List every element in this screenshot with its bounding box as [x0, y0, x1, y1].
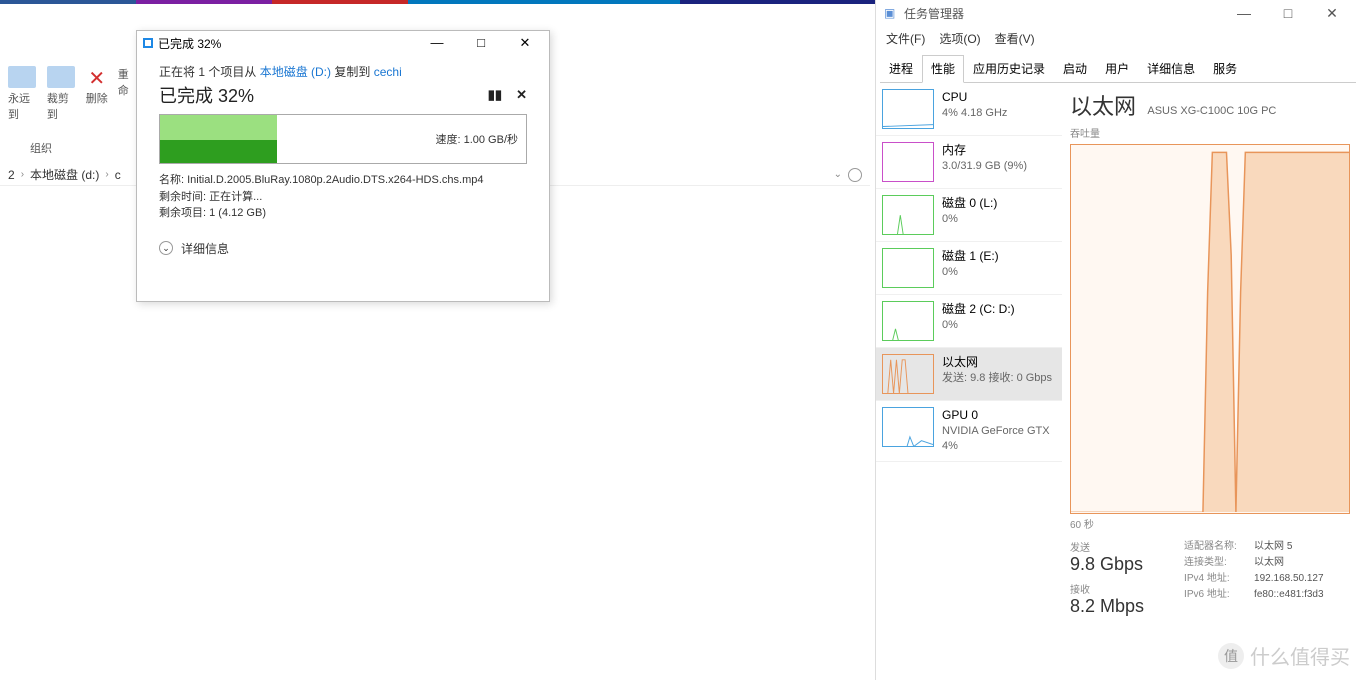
- sidebar-tile-0[interactable]: CPU4% 4.18 GHz: [876, 83, 1062, 136]
- tab-history[interactable]: 应用历史记录: [964, 55, 1054, 82]
- tab-details[interactable]: 详细信息: [1138, 55, 1204, 82]
- delete-button[interactable]: ✕删除: [86, 66, 108, 122]
- menu-options[interactable]: 选项(O): [939, 30, 980, 47]
- maximize-button[interactable]: □: [463, 35, 499, 51]
- tab-services[interactable]: 服务: [1204, 55, 1246, 82]
- pause-button[interactable]: ▮▮: [488, 87, 502, 103]
- pin-button[interactable]: 永远到: [8, 66, 37, 122]
- chart-ylabel: 吞吐量: [1070, 125, 1360, 140]
- close-button[interactable]: ✕: [1312, 5, 1352, 22]
- sidebar-tile-5[interactable]: 以太网发送: 9.8 接收: 0 Gbps: [876, 348, 1062, 401]
- minimize-button[interactable]: —: [419, 35, 455, 51]
- tm-title: 任务管理器: [904, 5, 964, 22]
- cancel-button[interactable]: ✕: [516, 87, 527, 103]
- chart-xlabel: 60 秒: [1070, 516, 1360, 531]
- recv-value: 8.2 Mbps: [1070, 596, 1144, 617]
- send-value: 9.8 Gbps: [1070, 554, 1144, 575]
- tab-performance[interactable]: 性能: [922, 55, 964, 83]
- copy-details: 名称: Initial.D.2005.BluRay.1080p.2Audio.D…: [159, 172, 527, 222]
- minimize-button[interactable]: —: [1224, 5, 1264, 22]
- chevron-down-icon[interactable]: ⌄: [834, 169, 842, 180]
- tab-startup[interactable]: 启动: [1054, 55, 1096, 82]
- more-details-toggle[interactable]: ⌄ 详细信息: [137, 230, 549, 267]
- tm-tabs: 进程 性能 应用历史记录 启动 用户 详细信息 服务: [880, 55, 1356, 83]
- close-button[interactable]: ✕: [507, 35, 543, 51]
- chevron-down-icon: ⌄: [159, 241, 173, 255]
- adapter-name: ASUS XG-C100C 10G PC: [1147, 105, 1276, 117]
- sidebar-tile-6[interactable]: GPU 0NVIDIA GeForce GTX 4%: [876, 401, 1062, 462]
- progress-bar: 速度: 1.00 GB/秒: [159, 114, 527, 164]
- ethernet-chart: [1070, 144, 1350, 514]
- watermark-icon: 值: [1218, 643, 1244, 669]
- tab-users[interactable]: 用户: [1096, 55, 1138, 82]
- speed-label: 速度: 1.00 GB/秒: [435, 131, 518, 147]
- sidebar-tile-3[interactable]: 磁盘 1 (E:)0%: [876, 242, 1062, 295]
- copy-button[interactable]: 裁剪到: [47, 66, 76, 122]
- rename-button[interactable]: 重命: [118, 66, 137, 122]
- copy-progress-dialog: 已完成 32% — □ ✕ 正在将 1 个项目从 本地磁盘 (D:) 复制到 c…: [136, 30, 550, 302]
- tm-menu: 文件(F) 选项(O) 查看(V): [876, 26, 1360, 51]
- task-manager-window: ▣ 任务管理器 — □ ✕ 文件(F) 选项(O) 查看(V) 进程 性能 应用…: [875, 0, 1360, 680]
- tm-sidebar: CPU4% 4.18 GHz内存3.0/31.9 GB (9%)磁盘 0 (L:…: [876, 83, 1062, 683]
- menu-view[interactable]: 查看(V): [995, 30, 1035, 47]
- dialog-title: 已完成 32%: [158, 35, 221, 52]
- sidebar-tile-2[interactable]: 磁盘 0 (L:)0%: [876, 189, 1062, 242]
- maximize-button[interactable]: □: [1268, 5, 1308, 22]
- adapter-details: 适配器名称:以太网 5 连接类型:以太网 IPv4 地址:192.168.50.…: [1184, 539, 1324, 617]
- copy-source-line: 正在将 1 个项目从 本地磁盘 (D:) 复制到 cechi: [159, 63, 527, 80]
- refresh-icon[interactable]: [848, 168, 862, 182]
- task-manager-icon: ▣: [884, 6, 898, 20]
- sidebar-tile-1[interactable]: 内存3.0/31.9 GB (9%): [876, 136, 1062, 189]
- tab-processes[interactable]: 进程: [880, 55, 922, 82]
- organize-label: 组织: [0, 130, 145, 156]
- menu-file[interactable]: 文件(F): [886, 30, 925, 47]
- copy-icon: [143, 38, 153, 48]
- progress-text: 已完成 32%: [159, 82, 254, 108]
- sidebar-tile-4[interactable]: 磁盘 2 (C: D:)0%: [876, 295, 1062, 348]
- explorer-ribbon: 永远到 裁剪到 ✕删除 重命 组织: [0, 58, 145, 678]
- chart-title: 以太网: [1070, 94, 1136, 119]
- watermark: 值 什么值得买: [1218, 641, 1350, 670]
